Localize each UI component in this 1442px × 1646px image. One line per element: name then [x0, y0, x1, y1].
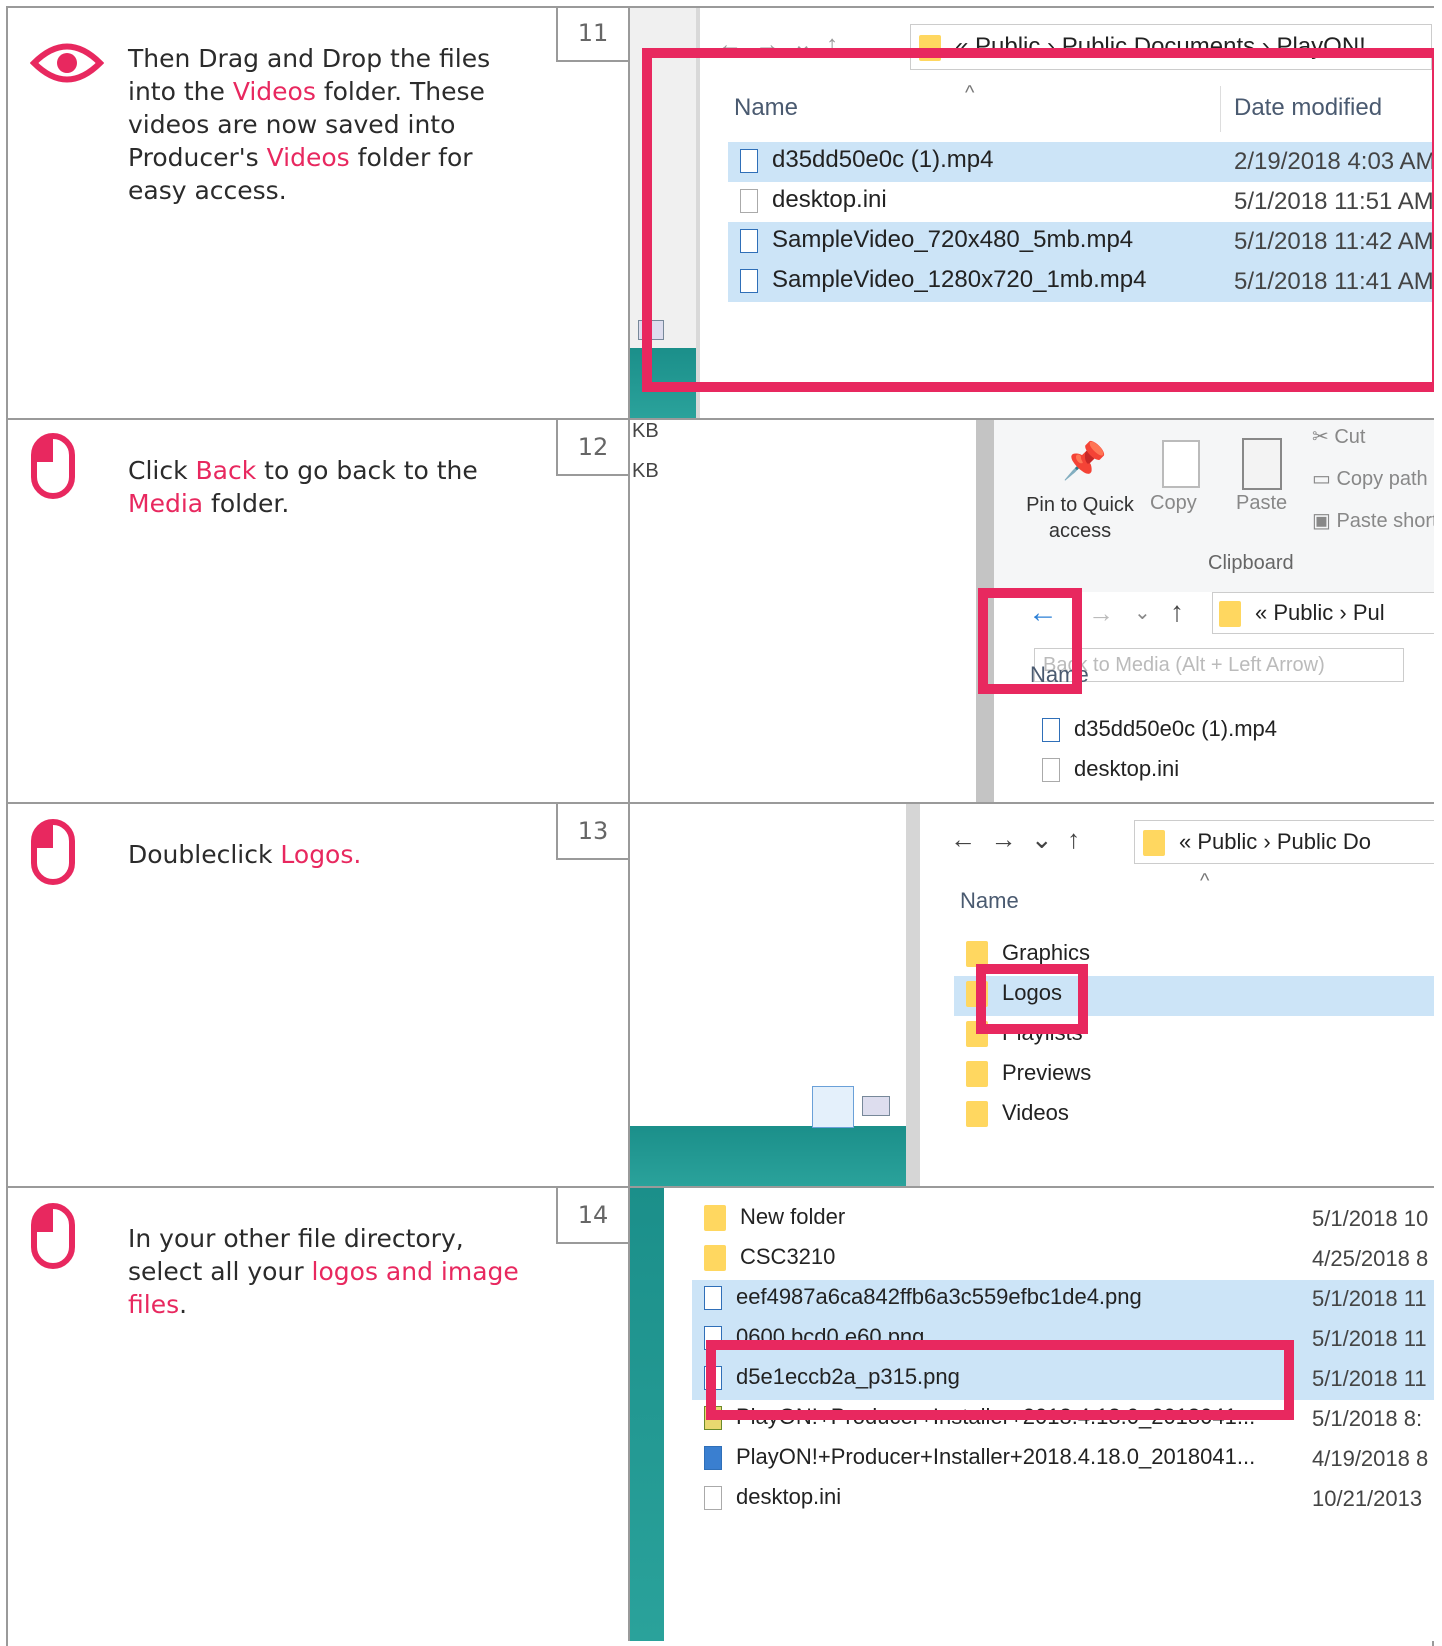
folder-row[interactable]: CSC3210: [704, 1244, 835, 1272]
step-instruction: Doubleclick Logos.: [128, 840, 362, 869]
wallpaper-strip: [630, 1188, 664, 1641]
copy-icon[interactable]: [1162, 440, 1200, 488]
breadcrumb[interactable]: « Public › Pul: [1212, 592, 1434, 634]
wallpaper-strip: [630, 1126, 914, 1186]
window-edge: [906, 804, 920, 1186]
paste-button[interactable]: Paste: [1236, 492, 1287, 515]
paste-icon[interactable]: [1242, 438, 1282, 490]
mouse-icon: [31, 819, 75, 885]
folder-row[interactable]: New folder: [704, 1204, 845, 1232]
highlight-box: [706, 1340, 1294, 1420]
folder-icon: [966, 1061, 988, 1088]
highlight-box: [976, 964, 1088, 1034]
recent-dropdown-icon[interactable]: ⌄: [1134, 600, 1151, 625]
explorer-screenshot: KB KB 📌 Pin to Quick access Copy Paste ✂…: [630, 420, 1434, 802]
folder-icon: [704, 1205, 726, 1232]
step-number: 12: [556, 420, 628, 476]
cut-button[interactable]: ✂ Cut: [1312, 424, 1365, 449]
file-row[interactable]: eef4987a6ca842ffb6a3c559efbc1de4.png: [704, 1284, 1142, 1311]
file-row[interactable]: desktop.ini: [704, 1484, 841, 1511]
file-date: 10/21/2013: [1312, 1486, 1423, 1511]
details-view-icon[interactable]: [812, 1086, 854, 1128]
file-row[interactable]: desktop.ini: [1042, 756, 1179, 783]
file-date: 5/1/2018 11: [1312, 1286, 1427, 1311]
explorer-screenshot: New folder 5/1/2018 10 CSC3210 4/25/2018…: [630, 1188, 1434, 1641]
ribbon-group-label: Clipboard: [1208, 552, 1294, 574]
step-number: 13: [556, 804, 628, 860]
file-date: 4/19/2018 8: [1312, 1446, 1429, 1471]
explorer-screenshot: ← → ⌄ ↑ « Public › Public Do ^ Name Grap…: [630, 804, 1434, 1186]
folder-icon: [1219, 601, 1241, 628]
file-row[interactable]: d35dd50e0c (1).mp4: [1042, 716, 1277, 743]
highlight-box: [642, 48, 1434, 392]
nav-arrows[interactable]: ← → ⌄ ↑: [950, 824, 1080, 855]
size-label: KB: [632, 460, 659, 482]
folder-row[interactable]: Videos: [966, 1100, 1069, 1128]
size-label: KB: [632, 420, 659, 442]
forward-arrow-icon[interactable]: →: [1088, 598, 1114, 629]
video-file-icon: [1042, 718, 1060, 743]
up-arrow-icon[interactable]: ↑: [1170, 596, 1184, 628]
installer-file-icon: [704, 1446, 722, 1471]
file-date: 5/1/2018 11: [1312, 1326, 1427, 1351]
thumbnail-view-icon[interactable]: [862, 1096, 890, 1116]
mouse-icon: [31, 433, 75, 499]
folder-row[interactable]: Previews: [966, 1060, 1091, 1088]
paste-shortcut-button[interactable]: ▣ Paste shortcut: [1312, 508, 1434, 533]
file-date: 5/1/2018 10: [1312, 1206, 1429, 1231]
step-instruction: In your other file directory, select all…: [128, 1224, 519, 1319]
file-row[interactable]: PlayON!+Producer+Installer+2018.4.18.0_2…: [704, 1444, 1255, 1471]
folder-icon: [704, 1245, 726, 1272]
back-tooltip: Back to Media (Alt + Left Arrow): [1034, 648, 1404, 682]
settings-file-icon: [704, 1486, 722, 1511]
file-date: 5/1/2018 8:: [1312, 1406, 1423, 1431]
step-instruction: Then Drag and Drop the files into the Vi…: [128, 44, 491, 205]
file-date: 4/25/2018 8: [1312, 1246, 1429, 1271]
folder-icon: [1143, 830, 1165, 857]
step-number: 14: [556, 1188, 628, 1244]
image-file-icon: [704, 1286, 722, 1311]
pin-icon[interactable]: 📌: [1062, 440, 1107, 482]
sort-caret-icon: ^: [1200, 870, 1210, 892]
eye-icon: [30, 43, 104, 83]
copy-path-button[interactable]: ▭ Copy path: [1312, 466, 1428, 491]
step-number: 11: [556, 6, 628, 62]
explorer-screenshot: ← → ⌄ ↑ « Public › Public Documents › Pl…: [630, 8, 1434, 418]
folder-icon: [966, 1101, 988, 1128]
breadcrumb[interactable]: « Public › Public Do: [1134, 820, 1434, 864]
settings-file-icon: [1042, 758, 1060, 783]
column-name[interactable]: Name: [960, 888, 1019, 914]
step-instruction: Click Back to go back to the Media folde…: [128, 456, 478, 518]
file-date: 5/1/2018 11: [1312, 1366, 1427, 1391]
copy-button[interactable]: Copy: [1150, 492, 1197, 515]
pin-quick-access-button[interactable]: Pin to Quick access: [1010, 492, 1150, 544]
highlight-box: [978, 588, 1082, 694]
mouse-icon: [31, 1203, 75, 1269]
